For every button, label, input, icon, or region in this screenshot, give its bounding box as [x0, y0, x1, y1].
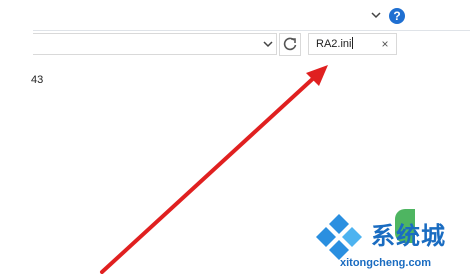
watermark-url-text: xitongcheng.com — [340, 257, 432, 269]
watermark-brand-text: 系统城 — [371, 222, 446, 250]
xitongcheng-logo-icon — [316, 214, 362, 260]
